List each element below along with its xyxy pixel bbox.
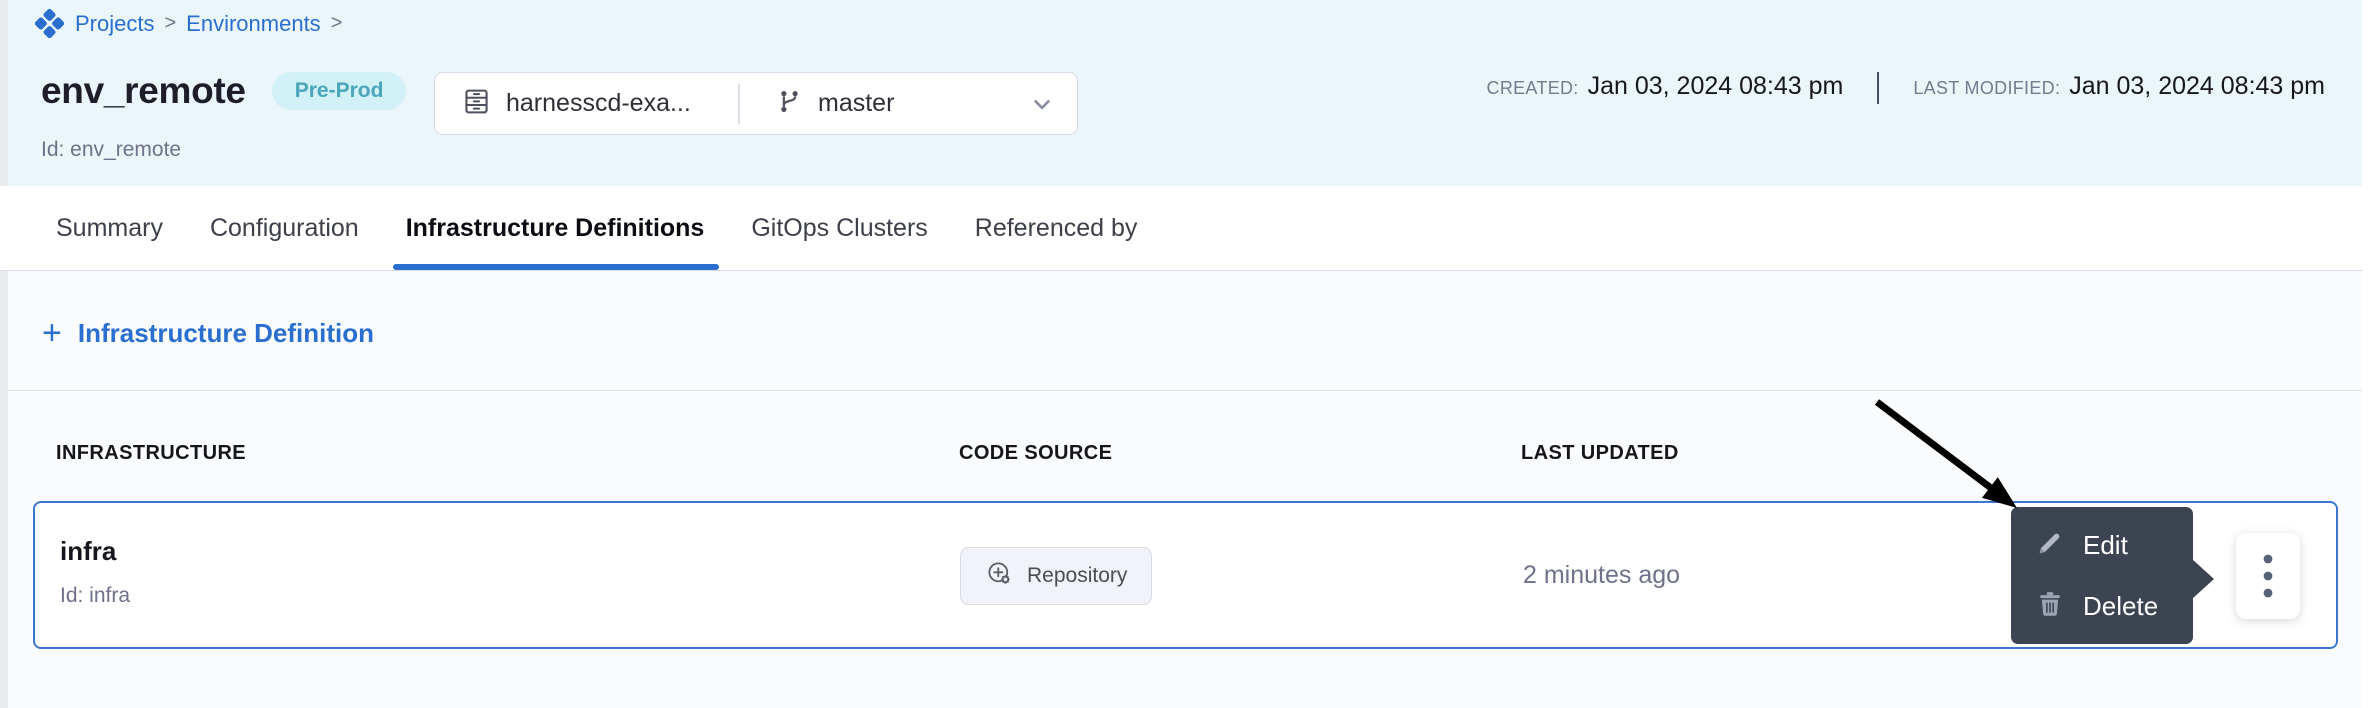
- left-edge-strip: [0, 0, 8, 708]
- kebab-dots-icon: [2259, 551, 2277, 601]
- scrollbar-track[interactable]: [2362, 0, 2372, 708]
- code-source-badge: Repository: [960, 547, 1152, 605]
- branch-selector[interactable]: master: [740, 88, 1077, 120]
- table-row[interactable]: infra Id: infra: [33, 501, 2338, 649]
- column-header-code-source: CODE SOURCE: [959, 442, 1112, 465]
- tab-configuration[interactable]: Configuration: [210, 186, 359, 270]
- git-branch-icon: [776, 88, 803, 120]
- page-header: Projects > Environments > env_remote Pre…: [8, 0, 2362, 186]
- env-type-badge: Pre-Prod: [272, 72, 407, 109]
- repo-selector-repo-part[interactable]: harnesscd-exa...: [435, 86, 738, 122]
- infrastructure-cell: infra Id: infra: [60, 536, 130, 608]
- last-modified-label: LAST MODIFIED:: [1913, 78, 2060, 99]
- tab-bar: Summary Configuration Infrastructure Def…: [0, 186, 2362, 271]
- code-source-badge-label: Repository: [1027, 564, 1127, 588]
- chevron-down-icon[interactable]: [1029, 91, 1055, 117]
- tab-infrastructure-definitions[interactable]: Infrastructure Definitions: [406, 186, 705, 270]
- selected-branch-name: master: [818, 89, 894, 118]
- column-header-infrastructure: INFRASTRUCTURE: [56, 442, 246, 465]
- edit-label: Edit: [2083, 530, 2128, 561]
- created-value: Jan 03, 2024 08:43 pm: [1588, 72, 1844, 101]
- delete-label: Delete: [2083, 591, 2158, 622]
- breadcrumb: Projects > Environments >: [34, 8, 342, 39]
- repository-store-icon: [461, 86, 492, 122]
- title-row: env_remote Pre-Prod: [41, 70, 406, 112]
- last-modified-value: Jan 03, 2024 08:43 pm: [2069, 72, 2325, 101]
- add-infrastructure-definition-button[interactable]: + Infrastructure Definition: [42, 316, 374, 350]
- content-divider: [8, 390, 2372, 391]
- environment-details-page: Projects > Environments > env_remote Pre…: [0, 0, 2372, 708]
- tab-gitops-clusters[interactable]: GitOps Clusters: [751, 186, 927, 270]
- plus-icon: +: [42, 316, 62, 350]
- projects-diamond-icon: [34, 8, 65, 39]
- selected-repo-name: harnesscd-exa...: [506, 89, 691, 118]
- breadcrumb-separator: >: [164, 12, 176, 35]
- created-label: CREATED:: [1487, 78, 1579, 99]
- menu-caret: [2192, 559, 2214, 599]
- trash-icon: [2036, 590, 2064, 623]
- entity-id-label: Id: env_remote: [41, 138, 181, 162]
- column-header-last-updated: LAST UPDATED: [1521, 442, 1679, 465]
- breadcrumb-environments-link[interactable]: Environments: [186, 11, 321, 37]
- infrastructure-id: Id: infra: [60, 584, 130, 608]
- timestamps-meta: CREATED: Jan 03, 2024 08:43 pm LAST MODI…: [1487, 72, 2325, 104]
- infrastructure-name: infra: [60, 536, 130, 567]
- menu-item-edit[interactable]: Edit: [2011, 523, 2193, 567]
- remote-repository-icon: [985, 559, 1014, 593]
- row-options-button[interactable]: [2236, 533, 2300, 619]
- last-updated-value: 2 minutes ago: [1523, 561, 1680, 590]
- add-infrastructure-definition-label: Infrastructure Definition: [78, 318, 374, 349]
- breadcrumb-projects-link[interactable]: Projects: [75, 11, 154, 37]
- menu-item-delete[interactable]: Delete: [2011, 584, 2193, 628]
- meta-divider: [1877, 72, 1879, 104]
- tab-summary[interactable]: Summary: [56, 186, 163, 270]
- pencil-icon: [2036, 529, 2064, 562]
- breadcrumb-separator: >: [331, 12, 343, 35]
- page-title: env_remote: [41, 70, 246, 112]
- row-context-menu: Edit Delete: [2011, 507, 2193, 644]
- tab-referenced-by[interactable]: Referenced by: [975, 186, 1138, 270]
- git-repo-selector[interactable]: harnesscd-exa... master: [434, 72, 1078, 135]
